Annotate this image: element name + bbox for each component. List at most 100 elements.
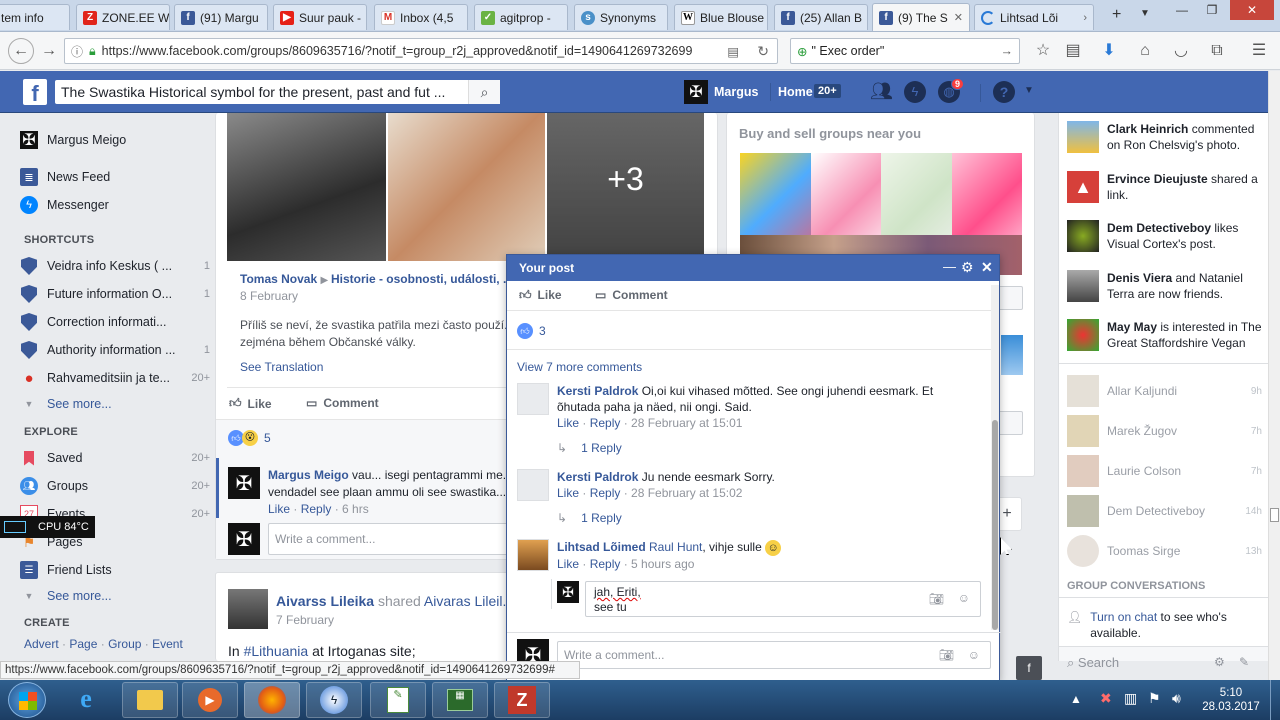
url-bar[interactable]: ⓘ 🔒︎ https://www.facebook.com/groups/860… [64, 38, 778, 64]
minimize-icon[interactable]: — [943, 259, 956, 274]
avatar[interactable] [517, 383, 549, 415]
see-more-shortcuts[interactable]: ▼ See more... [20, 394, 210, 414]
avatar[interactable]: ✠ [684, 80, 708, 104]
comment-like-link[interactable]: Like [557, 557, 579, 571]
taskbar-app[interactable]: ✎ [370, 682, 426, 718]
info-icon[interactable]: ⓘ [71, 43, 83, 60]
comment-like-link[interactable]: Like [557, 486, 579, 500]
taskbar-app[interactable]: ϟ [306, 682, 362, 718]
chat-contact[interactable]: Dem Detectiveboy 14h [1067, 493, 1262, 529]
flag-icon[interactable]: ⚑ [1148, 690, 1161, 707]
comment-author-link[interactable]: Margus Meigo [268, 468, 349, 482]
ticker-item[interactable]: Clark Heinrich commented on Ron Chelsvig… [1067, 121, 1267, 153]
browser-tab[interactable]: f (25) Allan B [774, 4, 868, 30]
sidebar-shortcut[interactable]: Future information O... 1 [20, 284, 210, 304]
browser-tab[interactable]: f (91) Margu [174, 4, 268, 30]
post-comment-button[interactable]: ▭ Comment [306, 396, 379, 410]
search-icon[interactable]: ⌕ [468, 80, 500, 104]
view-replies-link[interactable]: ↳ 1 Reply [557, 511, 622, 525]
browser-tab[interactable]: W Blue Blouse [674, 4, 768, 30]
hashtag-link[interactable]: #Lithuania [244, 643, 309, 659]
tab-list-icon[interactable]: ▼ [1140, 8, 1150, 19]
avatar[interactable]: ✠ [228, 467, 260, 499]
avatar[interactable] [228, 589, 268, 629]
sidebar-item-messenger[interactable]: ϟ Messenger [20, 195, 210, 215]
browser-tab[interactable]: Lihtsad Lõi › [974, 4, 1094, 30]
group-photo[interactable] [1001, 335, 1023, 375]
reload-icon[interactable]: ↻ [757, 43, 769, 60]
network-icon[interactable]: ▥ [1124, 690, 1137, 707]
view-more-comments-link[interactable]: View 7 more comments [517, 360, 642, 374]
sidebar-item-news-feed[interactable]: ≣ News Feed [20, 167, 210, 187]
chat-contact[interactable]: Allar Kaljundi 9h [1067, 373, 1262, 409]
post-author-link[interactable]: Aivarss Lileika [276, 593, 374, 609]
friend-requests-icon[interactable]: 👥︎ [870, 81, 893, 102]
system-clock[interactable]: 5:10 28.03.2017 [1198, 686, 1264, 714]
sidebar-shortcut[interactable]: Correction informati... [20, 312, 210, 332]
chat-contact[interactable]: Toomas Sirge 13h [1067, 533, 1262, 569]
view-replies-link[interactable]: ↳ 1 Reply [557, 441, 622, 455]
popup-like-button[interactable]: 👍︎ Like [519, 288, 562, 303]
ticker-item[interactable]: ▲ Ervince Dieujuste shared a link. [1067, 171, 1267, 203]
taskbar-app[interactable]: Z [494, 682, 550, 718]
popup-header[interactable]: Your post [507, 255, 999, 281]
reading-list-icon[interactable]: ▤ [1062, 40, 1084, 62]
sidebar-item-saved[interactable]: Saved 20+ [20, 448, 210, 468]
help-icon[interactable]: ? [993, 81, 1015, 103]
popup-write-comment-input[interactable]: Write a comment... 📷︎ ☺ [557, 641, 991, 669]
more-photos-count[interactable]: +3 [547, 161, 704, 198]
post-photo[interactable]: +3 [547, 113, 704, 261]
show-desktop-button[interactable] [1270, 680, 1280, 720]
close-window-icon[interactable]: ✕ [1230, 0, 1274, 20]
browser-search-value[interactable]: " Exec order" [811, 44, 884, 58]
chat-contact[interactable]: Marek Žugov 7h [1067, 413, 1262, 449]
ticker-item[interactable]: Denis Viera and Nataniel Terra are now f… [1067, 270, 1267, 302]
browser-tab[interactable]: tem info [0, 4, 70, 30]
browser-search-box[interactable]: ⊕ " Exec order" → [790, 38, 1020, 64]
reply-input[interactable]: jah, Eriti, see tu 📷︎ ☺ [585, 581, 981, 617]
search-go-icon[interactable]: → [1001, 44, 1014, 58]
comment-author-link[interactable]: Kersti Paldrok [557, 470, 638, 484]
comment-reply-link[interactable]: Reply [590, 557, 621, 571]
camera-icon[interactable]: 📷︎ [929, 592, 944, 607]
browser-tab[interactable]: M Inbox (4,5 [374, 4, 468, 30]
post-like-button[interactable]: 👍︎ Like [229, 396, 272, 411]
facebook-chat-icon[interactable]: f [1016, 656, 1042, 680]
create-event-link[interactable]: Event [152, 637, 183, 651]
sidebar-item-friend-lists[interactable]: ☰ Friend Lists [20, 560, 210, 580]
browser-tab[interactable]: ✓ agitprop - [474, 4, 568, 30]
taskbar-app-active[interactable] [244, 682, 300, 718]
comment-reply-link[interactable]: Reply [590, 486, 621, 500]
messenger-icon[interactable]: ϟ [904, 81, 926, 103]
comment-time[interactable]: 28 February at 15:02 [631, 486, 742, 500]
restore-window-icon[interactable]: ❐ [1198, 0, 1226, 20]
new-tab-button[interactable]: + [1112, 6, 1121, 24]
camera-icon[interactable]: 📷︎ [939, 642, 954, 668]
scrollbar-thumb[interactable] [992, 420, 998, 630]
pocket-icon[interactable]: ◡ [1170, 40, 1192, 62]
sidebar-item-profile[interactable]: ✠ Margus Meigo [20, 130, 210, 150]
ticker-item[interactable]: May May is interested in The Great Staff… [1067, 319, 1267, 353]
chat-contact[interactable]: Laurie Colson 7h [1067, 453, 1262, 489]
home-icon[interactable]: ⌂ [1134, 40, 1156, 62]
comment-like-link[interactable]: Like [268, 502, 290, 516]
comment-author-link[interactable]: Kersti Paldrok [557, 384, 638, 398]
taskbar-app[interactable]: ▶ [182, 682, 238, 718]
comment-reply-link[interactable]: Reply [301, 502, 332, 516]
chevron-right-icon[interactable]: › [1079, 12, 1087, 24]
avatar[interactable] [517, 469, 549, 501]
popup-reaction-summary[interactable]: 👍︎ 3 [517, 323, 546, 339]
ticker-item[interactable]: Dem Detectiveboy likes Visual Cortex's p… [1067, 220, 1267, 252]
chat-search-input[interactable]: ⌕ Search [1067, 655, 1119, 671]
turn-on-chat-link[interactable]: Turn on chat [1090, 610, 1157, 624]
post-target-link[interactable]: Aivaras Lileil... [424, 593, 514, 609]
windows-start-button[interactable] [8, 682, 46, 718]
sidebar-shortcut[interactable]: Veidra info Keskus ( ... 1 [20, 256, 210, 276]
bookmark-star-icon[interactable]: ☆ [1032, 40, 1054, 62]
post-photo[interactable] [388, 113, 545, 261]
post-author-link[interactable]: Tomas Novak [240, 272, 317, 286]
page-scrollbar[interactable] [1268, 71, 1280, 680]
sidebar-shortcut[interactable]: ● Rahvameditsiin ja te... 20+ [20, 368, 210, 388]
gear-icon[interactable]: ⚙ [961, 259, 974, 276]
minimize-window-icon[interactable]: — [1168, 0, 1196, 20]
